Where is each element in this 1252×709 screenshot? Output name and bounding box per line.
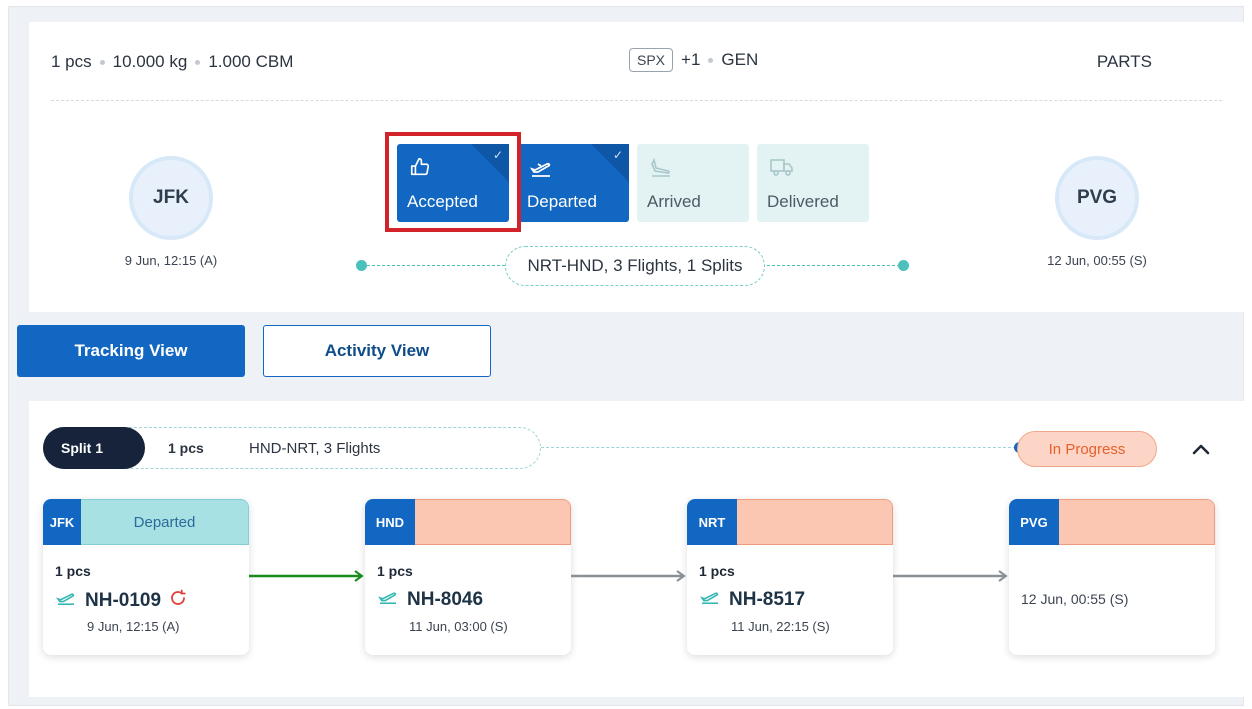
- leg-pieces: 1 pcs: [55, 563, 91, 579]
- shc-more[interactable]: +1: [681, 50, 700, 70]
- separator-dot: [195, 59, 201, 65]
- shipment-summary-card: 1 pcs 10.000 kg 1.000 CBM SPX +1 GEN PAR…: [29, 22, 1244, 312]
- route-end-dot: [898, 260, 909, 271]
- pieces-count: 1 pcs: [51, 52, 92, 71]
- status-label: Delivered: [767, 192, 839, 211]
- handling-codes: SPX +1 GEN: [629, 48, 758, 72]
- leg-airport-code: NRT: [687, 499, 737, 545]
- leg-header: JFK Departed: [43, 499, 249, 545]
- flight-number[interactable]: NH-8046: [407, 589, 483, 611]
- leg-time: 9 Jun, 12:15 (A): [87, 619, 180, 634]
- tracking-view-button[interactable]: Tracking View: [17, 325, 245, 377]
- status-label: Departed: [527, 192, 597, 211]
- plane-icon: [699, 589, 721, 611]
- leg-flight: NH-8517: [699, 589, 805, 611]
- shipment-panel: 1 pcs 10.000 kg 1.000 CBM SPX +1 GEN PAR…: [8, 6, 1244, 706]
- plane-icon: [377, 589, 399, 611]
- destination-airport: PVG: [1055, 156, 1139, 240]
- commodity: PARTS: [1096, 52, 1152, 71]
- split-connector: [541, 447, 1021, 448]
- flight-number[interactable]: NH-0109: [85, 590, 161, 612]
- shc-tag[interactable]: SPX: [629, 48, 674, 72]
- leg-airport-code: HND: [365, 499, 415, 545]
- leg-card-nrt[interactable]: NRT 1 pcs NH-8517 11 Jun, 22:15 (S): [687, 499, 893, 655]
- shipment-measures: 1 pcs 10.000 kg 1.000 CBM: [51, 52, 293, 72]
- status-arrived[interactable]: Arrived: [637, 144, 749, 222]
- leg-flight: NH-0109: [55, 589, 187, 613]
- activity-view-button[interactable]: Activity View: [263, 325, 491, 377]
- separator-dot: [99, 59, 105, 65]
- plane-departure-icon: [529, 156, 553, 183]
- leg-header: NRT: [687, 499, 893, 545]
- origin-time: 9 Jun, 12:15 (A): [124, 253, 218, 268]
- leg-status: [1059, 499, 1215, 545]
- leg-pieces: 1 pcs: [377, 563, 413, 579]
- refresh-icon[interactable]: [169, 589, 187, 613]
- status-badge: In Progress: [1017, 431, 1157, 467]
- origin-airport: JFK: [129, 156, 213, 240]
- leg-header: PVG: [1009, 499, 1215, 545]
- flight-number[interactable]: NH-8517: [729, 589, 805, 611]
- leg-status: [737, 499, 893, 545]
- split-header[interactable]: Split 1 1 pcs HND-NRT, 3 Flights: [43, 427, 541, 469]
- leg-airport-code: JFK: [43, 499, 81, 545]
- leg-status: [415, 499, 571, 545]
- highlight-frame: [385, 132, 521, 232]
- leg-time: 11 Jun, 03:00 (S): [409, 619, 508, 634]
- split-card: Split 1 1 pcs HND-NRT, 3 Flights In Prog…: [29, 401, 1244, 697]
- route-start-dot: [356, 260, 367, 271]
- volume-value: 1.000 CBM: [208, 52, 294, 71]
- product-code: GEN: [721, 50, 759, 69]
- leg-card-jfk[interactable]: JFK Departed 1 pcs NH-0109 9 Jun, 12:15 …: [43, 499, 249, 655]
- delivery-truck-icon: [769, 156, 795, 183]
- leg-connector-pending: [893, 570, 1008, 582]
- leg-status: Departed: [81, 499, 249, 545]
- leg-time: 11 Jun, 22:15 (S): [731, 619, 830, 634]
- shipment-meta-row: 1 pcs 10.000 kg 1.000 CBM SPX +1 GEN PAR…: [51, 48, 1222, 76]
- chevron-up-icon[interactable]: [1189, 437, 1213, 461]
- weight-value: 10.000 kg: [112, 52, 188, 71]
- leg-header: HND: [365, 499, 571, 545]
- leg-connector-pending: [571, 570, 686, 582]
- divider: [51, 100, 1222, 101]
- leg-card-pvg[interactable]: PVG 12 Jun, 00:55 (S): [1009, 499, 1215, 655]
- status-departed[interactable]: ✓ Departed: [517, 144, 629, 222]
- plane-arrival-icon: [649, 156, 673, 183]
- split-tag: Split 1: [43, 427, 145, 469]
- status-label: Arrived: [647, 192, 701, 211]
- separator-dot: [708, 57, 714, 63]
- status-corner: [591, 144, 629, 182]
- leg-flight: NH-8046: [377, 589, 483, 611]
- destination-time: 12 Jun, 00:55 (S): [1047, 253, 1147, 268]
- leg-time: 12 Jun, 00:55 (S): [1021, 591, 1129, 607]
- split-pieces: 1 pcs: [168, 440, 204, 456]
- leg-connector-done: [249, 570, 364, 582]
- plane-icon: [55, 590, 77, 612]
- status-delivered[interactable]: Delivered: [757, 144, 869, 222]
- check-icon: ✓: [612, 148, 623, 162]
- leg-airport-code: PVG: [1009, 499, 1059, 545]
- split-route: HND-NRT, 3 Flights: [249, 440, 381, 457]
- leg-pieces: 1 pcs: [699, 563, 735, 579]
- route-summary[interactable]: NRT-HND, 3 Flights, 1 Splits: [505, 246, 765, 286]
- leg-card-hnd[interactable]: HND 1 pcs NH-8046 11 Jun, 03:00 (S): [365, 499, 571, 655]
